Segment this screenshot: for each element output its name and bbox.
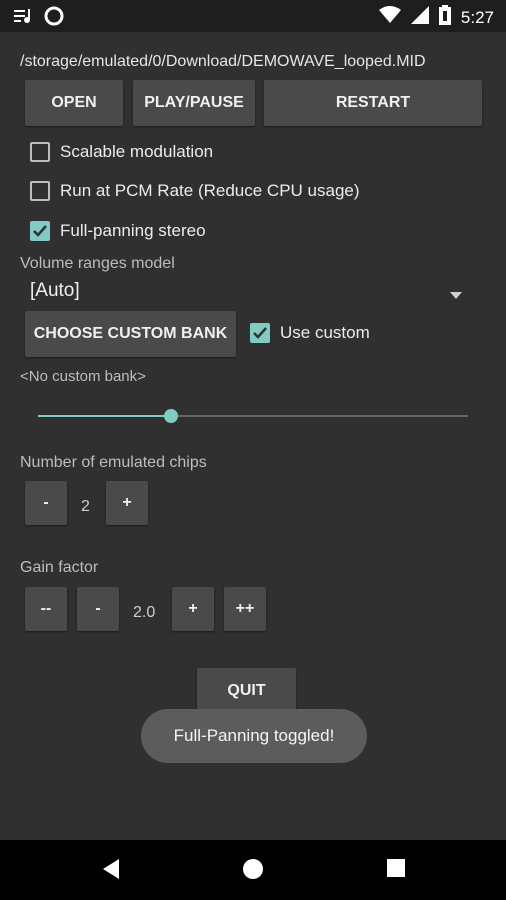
chips-label: Number of emulated chips (20, 454, 207, 471)
play-pause-button[interactable]: PLAY/PAUSE (133, 80, 255, 126)
full-panning-label: Full-panning stereo (60, 221, 206, 240)
gain-minus-minus-button[interactable]: -- (25, 587, 67, 631)
use-custom-option[interactable]: Use custom (250, 323, 370, 343)
check-icon (253, 327, 267, 339)
battery-icon (438, 5, 451, 30)
restart-button[interactable]: RESTART (264, 80, 482, 126)
scalable-modulation-label: Scalable modulation (60, 142, 214, 161)
slider-thumb[interactable] (164, 409, 179, 423)
dropdown-arrow-icon (450, 286, 462, 304)
gain-minus-button[interactable]: - (77, 587, 119, 631)
back-icon[interactable] (101, 858, 121, 885)
chips-value: 2 (81, 498, 90, 515)
use-custom-checkbox[interactable] (250, 323, 270, 343)
circle-icon (44, 6, 64, 31)
chips-plus-button[interactable]: + (106, 481, 148, 525)
use-custom-label: Use custom (280, 323, 370, 342)
full-panning-option[interactable]: Full-panning stereo (30, 221, 206, 241)
pcm-rate-checkbox[interactable] (30, 181, 50, 201)
volume-model-dropdown[interactable]: [Auto] (20, 278, 476, 306)
scalable-modulation-option[interactable]: Scalable modulation (30, 142, 213, 162)
file-path: /storage/emulated/0/Download/DEMOWAVE_lo… (20, 53, 426, 70)
playlist-icon (14, 8, 34, 29)
volume-model-value: [Auto] (30, 280, 80, 301)
recents-icon[interactable] (386, 858, 406, 883)
custom-bank-status: <No custom bank> (20, 368, 146, 385)
bank-slider[interactable] (38, 406, 468, 426)
home-icon[interactable] (242, 858, 264, 885)
navigation-bar (0, 840, 506, 900)
full-panning-checkbox[interactable] (30, 221, 50, 241)
choose-custom-bank-button[interactable]: CHOOSE CUSTOM BANK (25, 311, 236, 357)
quit-button[interactable]: QUIT (197, 668, 296, 714)
slider-fill (38, 415, 172, 417)
gain-label: Gain factor (20, 559, 99, 576)
signal-icon (410, 6, 429, 29)
chips-minus-button[interactable]: - (25, 481, 67, 525)
gain-value: 2.0 (133, 604, 156, 621)
gain-plus-plus-button[interactable]: ++ (224, 587, 266, 631)
status-time: 5:27 (460, 7, 494, 27)
pcm-rate-option[interactable]: Run at PCM Rate (Reduce CPU usage) (30, 181, 360, 201)
open-button[interactable]: OPEN (25, 80, 123, 126)
status-bar: 5:27 (0, 0, 506, 32)
pcm-rate-label: Run at PCM Rate (Reduce CPU usage) (60, 181, 360, 200)
scalable-modulation-checkbox[interactable] (30, 142, 50, 162)
wifi-icon (378, 6, 401, 29)
gain-plus-button[interactable]: + (172, 587, 214, 631)
volume-model-label: Volume ranges model (20, 255, 175, 272)
check-icon (33, 225, 47, 237)
toast-message: Full-Panning toggled! (141, 709, 367, 763)
